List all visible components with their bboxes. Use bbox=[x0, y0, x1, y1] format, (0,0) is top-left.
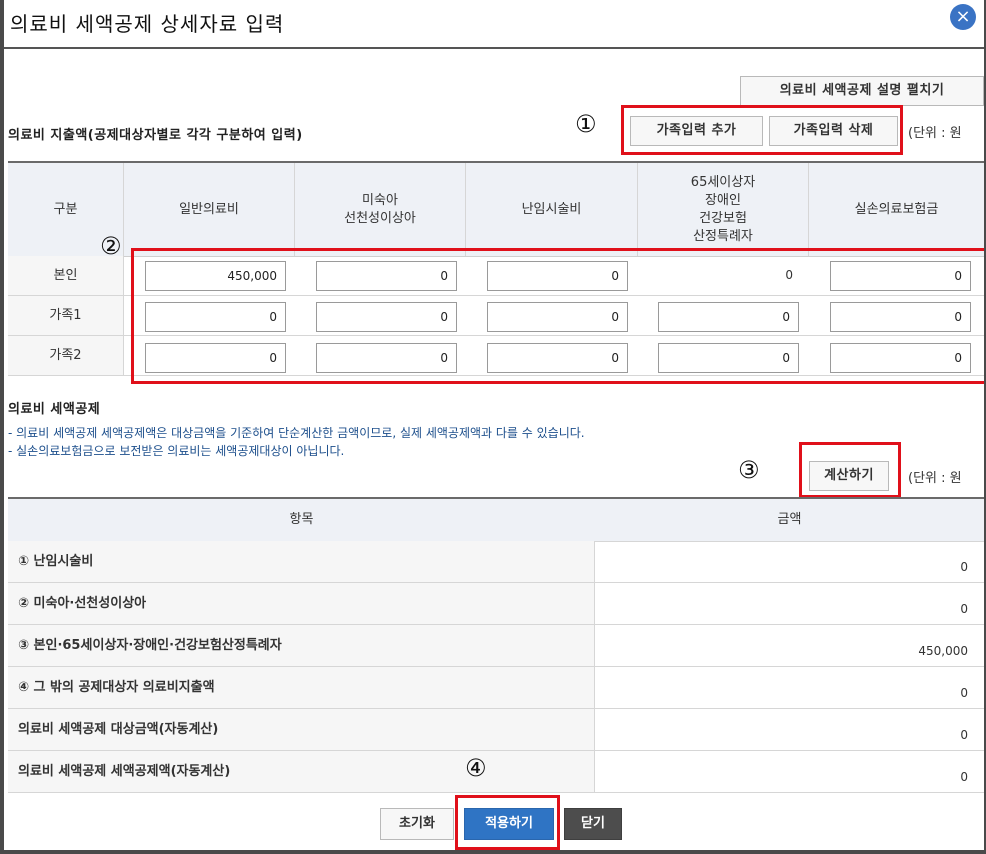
highlight-box-4 bbox=[455, 795, 560, 850]
credit-section-title: 의료비 세액공제 bbox=[8, 402, 101, 417]
row-label-family1: 가족1 bbox=[8, 296, 124, 336]
col-special-line2: 장애인 bbox=[705, 192, 741, 208]
result-row-label: 의료비 세액공제 대상금액(자동계산) bbox=[8, 709, 595, 751]
col-amount: 금액 bbox=[777, 512, 802, 527]
result-row-value: 0 bbox=[595, 583, 984, 625]
result-row-value: 0 bbox=[595, 541, 984, 583]
result-row-value: 450,000 bbox=[595, 625, 984, 667]
col-insurance: 실손의료보험금 bbox=[854, 201, 939, 217]
highlight-box-2 bbox=[131, 248, 984, 384]
expense-section-title: 의료비 지출액(공제대상자별로 각각 구분하여 입력) bbox=[8, 128, 303, 143]
unit-label: (단위 : 원 bbox=[908, 126, 962, 141]
col-premature-line2: 선천성이상아 bbox=[344, 210, 416, 226]
result-row-label: ④ 그 밖의 공제대상자 의료비지출액 bbox=[8, 667, 595, 709]
row-label-family2: 가족2 bbox=[8, 336, 124, 376]
highlight-box-3 bbox=[799, 442, 901, 498]
col-special-line1: 65세이상자 bbox=[690, 174, 756, 190]
reset-button[interactable]: 초기화 bbox=[380, 808, 454, 840]
marker-2: ② bbox=[100, 232, 122, 260]
close-icon[interactable]: × bbox=[950, 4, 976, 30]
result-row-label: ③ 본인·65세이상자·장애인·건강보험산정특례자 bbox=[8, 625, 595, 667]
dialog-title: 의료비 세액공제 상세자료 입력 bbox=[10, 12, 285, 36]
result-row-label: ① 난임시술비 bbox=[8, 541, 595, 583]
col-item: 항목 bbox=[289, 512, 314, 527]
col-special-line3: 건강보험 bbox=[699, 210, 747, 226]
credit-note-1: - 의료비 세액공제 세액공제액은 대상금액을 기준하여 단순계산한 금액이므로… bbox=[8, 426, 585, 440]
result-table-header: 항목 금액 bbox=[8, 499, 984, 542]
col-special: 65세이상자 장애인 건강보험 산정특례자 bbox=[638, 163, 809, 256]
expense-table-header: 구분 일반의료비 미숙아 선천성이상아 난임시술비 65세이상자 장애인 건강보… bbox=[8, 163, 984, 257]
expand-description-button[interactable]: 의료비 세액공제 설명 펼치기 bbox=[740, 76, 984, 106]
marker-3: ③ bbox=[738, 456, 760, 484]
col-premature: 미숙아 선천성이상아 bbox=[295, 163, 466, 256]
marker-4: ④ bbox=[465, 754, 487, 782]
close-button[interactable]: 닫기 bbox=[564, 808, 622, 840]
result-row-label: ② 미숙아·선천성이상아 bbox=[8, 583, 595, 625]
col-premature-line1: 미숙아 bbox=[362, 192, 398, 208]
col-general: 일반의료비 bbox=[124, 163, 295, 256]
result-row-label: 의료비 세액공제 세액공제액(자동계산) bbox=[8, 751, 595, 793]
result-row-value: 0 bbox=[595, 667, 984, 709]
result-row-value: 0 bbox=[595, 709, 984, 751]
credit-note-2: - 실손의료보험금으로 보전받은 의료비는 세액공제대상이 아닙니다. bbox=[8, 444, 345, 458]
result-table: 항목 금액 ① 난임시술비 0 ② 미숙아·선천성이상아 0 ③ 본인·65세이… bbox=[8, 497, 984, 793]
unit-label-2: (단위 : 원 bbox=[908, 471, 962, 486]
highlight-box-1 bbox=[621, 105, 903, 155]
medical-expense-dialog: 의료비 세액공제 상세자료 입력 × 의료비 세액공제 설명 펼치기 의료비 지… bbox=[4, 0, 984, 850]
result-row-value: 0 bbox=[595, 751, 984, 793]
title-divider bbox=[4, 47, 984, 49]
col-infertility: 난임시술비 bbox=[466, 163, 638, 256]
col-special-line4: 산정특례자 bbox=[693, 228, 753, 244]
row-label-self: 본인 bbox=[8, 256, 124, 296]
marker-1: ① bbox=[575, 110, 597, 138]
